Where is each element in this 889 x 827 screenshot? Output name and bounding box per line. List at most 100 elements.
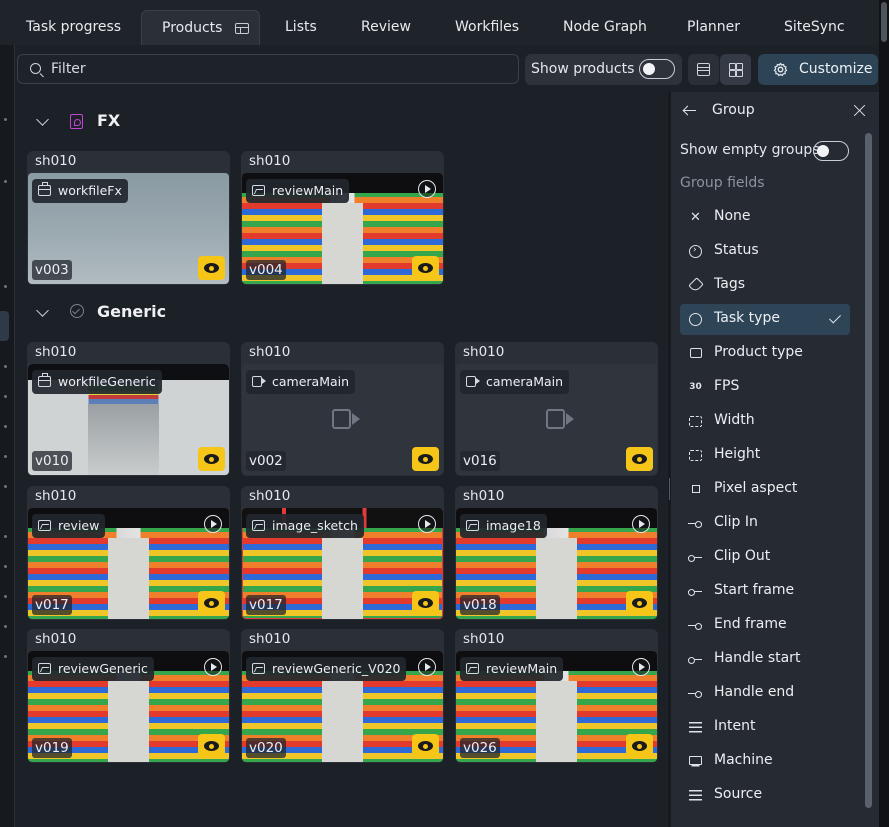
review-eye-button[interactable] [412, 447, 439, 471]
play-icon[interactable] [632, 515, 650, 533]
close-icon[interactable] [853, 104, 866, 117]
group-field-clip-out[interactable]: Clip Out [680, 542, 850, 573]
rail-item[interactable] [4, 595, 7, 598]
collapsed-sidebar[interactable] [0, 45, 15, 827]
rail-item[interactable] [4, 625, 7, 628]
rail-item[interactable] [4, 535, 7, 538]
review-eye-button[interactable] [412, 734, 439, 758]
filter-input[interactable]: Filter [17, 54, 519, 84]
product-card[interactable]: sh010 image18 v018 [455, 486, 658, 620]
workfile-icon [38, 182, 51, 196]
group-field-tags[interactable]: Tags [680, 270, 850, 301]
resize-grip[interactable] [669, 478, 670, 500]
customize-button[interactable]: Customize [758, 54, 878, 85]
review-eye-button[interactable] [198, 591, 225, 615]
group-field-start-frame[interactable]: Start frame [680, 576, 850, 607]
group-field-handle-start[interactable]: Handle start [680, 644, 850, 675]
product-card[interactable]: sh010 reviewMain v026 [455, 629, 658, 763]
play-icon[interactable] [204, 658, 222, 676]
group-field-intent[interactable]: Intent [680, 712, 850, 743]
panel-scrollbar[interactable] [865, 133, 872, 808]
rail-item[interactable] [4, 485, 7, 488]
play-icon[interactable] [418, 658, 436, 676]
card-thumbnail: reviewGeneric_V020 v020 [242, 651, 443, 762]
arrow-circle-icon: › [688, 244, 703, 259]
group-field-handle-end[interactable]: Handle end [680, 678, 850, 709]
group-field-status[interactable]: › Status [680, 236, 850, 267]
play-icon[interactable] [632, 658, 650, 676]
review-eye-button[interactable] [198, 734, 225, 758]
product-card[interactable]: sh010 image_sketch v017 [241, 486, 444, 620]
group-field-pixel-aspect[interactable]: Pixel aspect [680, 474, 850, 505]
rail-item[interactable] [4, 455, 7, 458]
group-field-source[interactable]: Source [680, 780, 850, 811]
show-products-toggle[interactable]: Show products [525, 54, 682, 85]
version-label: v003 [32, 260, 72, 280]
product-card[interactable]: sh010 reviewGeneric v019 [27, 629, 230, 763]
product-card[interactable]: sh010 workfileFx v003 [27, 151, 230, 285]
rail-active-item[interactable] [0, 311, 9, 341]
group-field-product-type[interactable]: Product type [680, 338, 850, 369]
tab-node-graph[interactable]: Node Graph [563, 10, 647, 45]
scrollbar-thumb[interactable] [881, 2, 887, 42]
card-shot-name: sh010 [249, 153, 291, 169]
product-card[interactable]: sh010 reviewGeneric_V020 v020 [241, 629, 444, 763]
group-field-machine[interactable]: Machine [680, 746, 850, 777]
tab-lists[interactable]: Lists [285, 10, 317, 45]
collapse-generic-chevron-icon[interactable] [36, 304, 49, 317]
group-title-generic: Generic [97, 302, 167, 321]
collapse-fx-chevron-icon[interactable] [36, 113, 49, 126]
review-eye-button[interactable] [412, 591, 439, 615]
grid-view-button[interactable] [720, 54, 751, 85]
product-card[interactable]: sh010 review v017 [27, 486, 230, 620]
review-eye-button[interactable] [198, 256, 225, 280]
rail-item[interactable] [4, 180, 7, 183]
list-view-button[interactable] [688, 54, 719, 85]
review-eye-button[interactable] [626, 591, 653, 615]
product-card[interactable]: sh010 workfileGeneric v010 [27, 342, 230, 476]
review-eye-button[interactable] [198, 447, 225, 471]
table-view-icon [235, 23, 249, 34]
rail-item[interactable] [4, 118, 7, 121]
rail-item[interactable] [4, 655, 7, 658]
tab-workfiles[interactable]: Workfiles [455, 10, 519, 45]
card-thumbnail: workfileGeneric v010 [28, 364, 229, 475]
rail-item[interactable] [4, 365, 7, 368]
play-icon[interactable] [418, 180, 436, 198]
list-view-icon [697, 63, 710, 76]
camera-icon [252, 376, 266, 387]
grid-view-icon [729, 63, 743, 77]
group-field-width[interactable]: Width [680, 406, 850, 437]
version-label: v017 [32, 595, 72, 615]
back-arrow-icon[interactable] [683, 104, 697, 118]
product-card[interactable]: sh010 cameraMain v002 [241, 342, 444, 476]
group-field-none[interactable]: ✕ None [680, 202, 850, 233]
play-icon[interactable] [418, 515, 436, 533]
review-eye-button[interactable] [412, 256, 439, 280]
group-field-height[interactable]: Height [680, 440, 850, 471]
tab-planner[interactable]: Planner [687, 10, 740, 45]
rail-item[interactable] [4, 285, 7, 288]
product-chip: reviewMain [246, 179, 350, 203]
play-icon[interactable] [204, 515, 222, 533]
group-field-task-type[interactable]: Task type [680, 304, 850, 335]
tab-products[interactable]: Products [141, 10, 260, 45]
product-card[interactable]: sh010 cameraMain v016 [455, 342, 658, 476]
product-card[interactable]: sh010 reviewMain v004 [241, 151, 444, 285]
group-field-clip-in[interactable]: Clip In [680, 508, 850, 539]
toggle-switch[interactable] [639, 59, 675, 79]
rail-item[interactable] [4, 425, 7, 428]
group-field-end-frame[interactable]: End frame [680, 610, 850, 641]
tab-review[interactable]: Review [361, 10, 411, 45]
rail-item[interactable] [4, 395, 7, 398]
version-label: v017 [246, 595, 286, 615]
review-eye-button[interactable] [626, 734, 653, 758]
tab-task-progress[interactable]: Task progress [26, 10, 121, 45]
tab-sitesync[interactable]: SiteSync [784, 10, 845, 45]
window-scrollbar[interactable] [879, 0, 889, 827]
show-empty-groups-toggle[interactable] [813, 141, 849, 161]
version-label: v002 [246, 451, 286, 471]
group-field-fps[interactable]: 30 FPS [680, 372, 850, 403]
review-eye-button[interactable] [626, 447, 653, 471]
rail-item[interactable] [4, 565, 7, 568]
